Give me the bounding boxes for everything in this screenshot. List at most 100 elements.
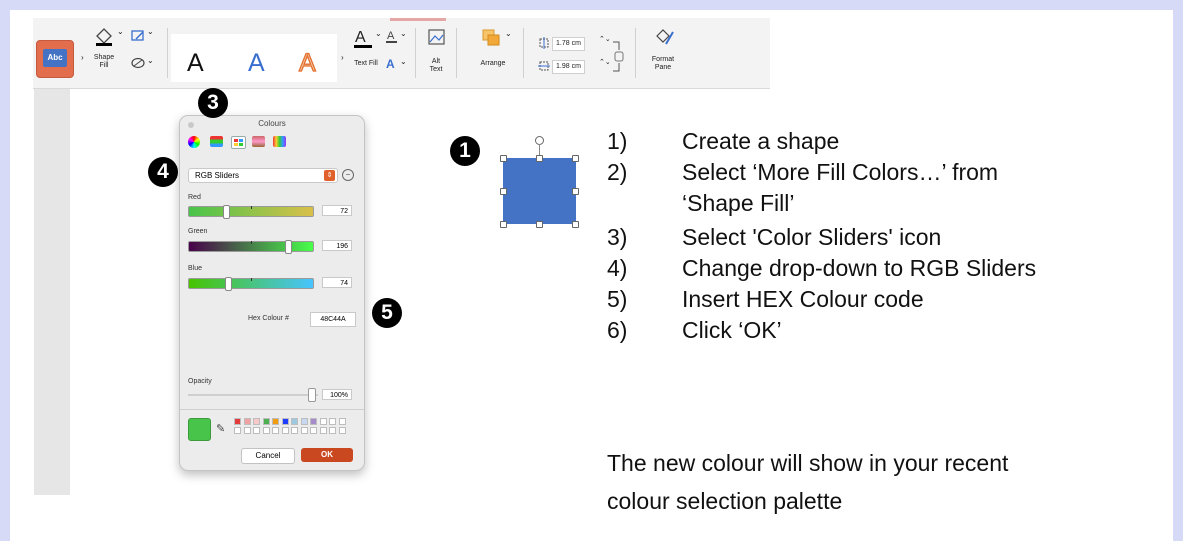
recent-colour-swatch[interactable] xyxy=(310,427,317,434)
lock-aspect-ratio-icon[interactable] xyxy=(611,40,625,74)
recent-colour-swatch[interactable] xyxy=(300,427,308,434)
shape-outline-icon[interactable] xyxy=(130,28,146,44)
resize-handle[interactable] xyxy=(572,221,579,228)
shape-effects-dropdown-icon[interactable]: ⌄ xyxy=(147,57,154,65)
text-effects-dropdown-icon[interactable]: ⌄ xyxy=(400,58,407,66)
wordart-style-black[interactable]: A xyxy=(187,50,204,76)
shape-outline-dropdown-icon[interactable]: ⌄ xyxy=(147,28,154,36)
text-fill-label[interactable]: Text Fill xyxy=(350,60,382,68)
recent-colour-swatch[interactable] xyxy=(253,427,260,434)
recent-colour-swatch[interactable] xyxy=(319,427,327,434)
cancel-button[interactable]: Cancel xyxy=(241,448,295,464)
dialog-divider xyxy=(180,409,364,410)
recent-colour-swatch[interactable] xyxy=(281,427,289,434)
resize-handle[interactable] xyxy=(500,155,507,162)
wordart-style-blue[interactable]: A xyxy=(248,50,265,76)
resize-handle[interactable] xyxy=(500,221,507,228)
step-number: 2) xyxy=(607,159,628,185)
recent-colour-swatch[interactable] xyxy=(310,418,317,425)
recent-colour-swatch[interactable] xyxy=(291,418,298,425)
red-label: Red xyxy=(188,194,201,201)
recent-colour-swatch[interactable] xyxy=(253,418,260,425)
green-slider[interactable] xyxy=(188,240,314,254)
opacity-value-field[interactable]: 100% xyxy=(322,389,352,400)
resize-handle[interactable] xyxy=(572,188,579,195)
colour-wheel-icon[interactable] xyxy=(188,136,200,148)
green-slider-knob[interactable] xyxy=(285,240,292,254)
text-fill-dropdown-icon[interactable]: ⌄ xyxy=(375,30,382,38)
ok-button[interactable]: OK xyxy=(301,448,353,462)
resize-handle[interactable] xyxy=(536,221,543,228)
format-pane-icon[interactable] xyxy=(653,26,675,48)
recent-colour-swatch[interactable] xyxy=(338,427,346,434)
alt-text-icon[interactable] xyxy=(427,28,447,48)
height-stepper-icon[interactable]: ⌃⌄ xyxy=(599,36,611,44)
recent-colour-swatch[interactable] xyxy=(329,427,336,434)
recent-colour-swatch[interactable] xyxy=(234,427,241,434)
width-stepper-icon[interactable]: ⌃⌄ xyxy=(599,59,611,67)
shape-fill-label[interactable]: Shape Fill xyxy=(89,54,119,70)
eyedropper-icon[interactable]: ✎ xyxy=(216,422,225,435)
recent-colour-swatch[interactable] xyxy=(243,418,251,425)
format-pane-label[interactable]: Format Pane xyxy=(645,56,681,72)
wordart-style-outline[interactable]: A xyxy=(298,49,316,76)
colour-palettes-icon[interactable] xyxy=(231,136,246,149)
arrange-label[interactable]: Arrange xyxy=(473,60,513,68)
callout-4: 4 xyxy=(148,157,178,187)
green-label: Green xyxy=(188,228,208,235)
chevron-updown-icon: ⇕ xyxy=(324,170,335,181)
shape-fill-dropdown-icon[interactable]: ⌄ xyxy=(117,28,124,36)
recent-colour-swatch[interactable] xyxy=(262,418,270,425)
resize-handle[interactable] xyxy=(500,188,507,195)
resize-handle[interactable] xyxy=(572,155,579,162)
recent-colour-swatch[interactable] xyxy=(272,418,279,425)
svg-text:A: A xyxy=(386,57,395,70)
shape-style-label: Abc xyxy=(43,49,67,67)
step-text: Select ‘More Fill Colors…’ from xyxy=(682,159,999,185)
opacity-slider[interactable] xyxy=(188,394,318,396)
paint-bucket-icon[interactable] xyxy=(93,26,115,46)
resize-handle[interactable] xyxy=(536,155,543,162)
shape-style-button[interactable]: Abc xyxy=(36,40,74,78)
wordart-expand-icon[interactable]: › xyxy=(341,54,344,62)
green-value-field[interactable]: 196 xyxy=(322,240,352,251)
blue-slider[interactable] xyxy=(188,277,314,291)
recent-colour-swatch[interactable] xyxy=(291,427,298,434)
shape-style-expand-icon[interactable]: › xyxy=(81,54,84,62)
shape-effects-icon[interactable] xyxy=(130,56,146,70)
alt-text-label[interactable]: Alt Text xyxy=(422,58,450,74)
recent-colour-swatch[interactable] xyxy=(272,427,279,434)
colour-sliders-icon[interactable] xyxy=(210,136,223,147)
text-outline-dropdown-icon[interactable]: ⌄ xyxy=(400,30,407,38)
note-line: colour selection palette xyxy=(607,488,843,514)
text-effects-icon[interactable]: A xyxy=(385,56,399,70)
recent-colour-swatch[interactable] xyxy=(300,418,308,425)
opacity-slider-knob[interactable] xyxy=(308,388,316,402)
hex-colour-field[interactable]: 48C44A xyxy=(310,312,356,327)
recent-colour-swatch[interactable] xyxy=(262,427,270,434)
recent-colour-swatch[interactable] xyxy=(338,418,346,425)
red-slider-knob[interactable] xyxy=(223,205,230,219)
blue-rectangle-shape[interactable] xyxy=(503,158,576,224)
blue-value-field[interactable]: 74 xyxy=(322,277,352,288)
recent-colour-swatch[interactable] xyxy=(281,418,289,425)
colour-mode-dropdown[interactable]: RGB Sliders ⇕ xyxy=(188,168,338,183)
callout-3: 3 xyxy=(198,88,228,118)
recent-colour-swatch[interactable] xyxy=(319,418,327,425)
shape-height-field[interactable]: 1.78 cm xyxy=(552,37,585,51)
arrange-dropdown-icon[interactable]: ⌄ xyxy=(505,30,512,38)
options-minus-icon[interactable]: − xyxy=(342,169,354,181)
text-fill-icon[interactable]: A xyxy=(352,26,374,50)
text-outline-icon[interactable]: A xyxy=(385,28,399,44)
callout-5: 5 xyxy=(372,298,402,328)
image-palettes-icon[interactable] xyxy=(252,136,265,147)
red-value-field[interactable]: 72 xyxy=(322,205,352,216)
arrange-icon[interactable] xyxy=(481,28,503,48)
recent-colour-swatch[interactable] xyxy=(329,418,336,425)
blue-slider-knob[interactable] xyxy=(225,277,232,291)
recent-colour-swatch[interactable] xyxy=(243,427,251,434)
red-slider[interactable] xyxy=(188,205,314,219)
shape-width-field[interactable]: 1.98 cm xyxy=(552,60,585,74)
recent-colour-swatch[interactable] xyxy=(234,418,241,425)
pencils-icon[interactable] xyxy=(273,136,286,147)
